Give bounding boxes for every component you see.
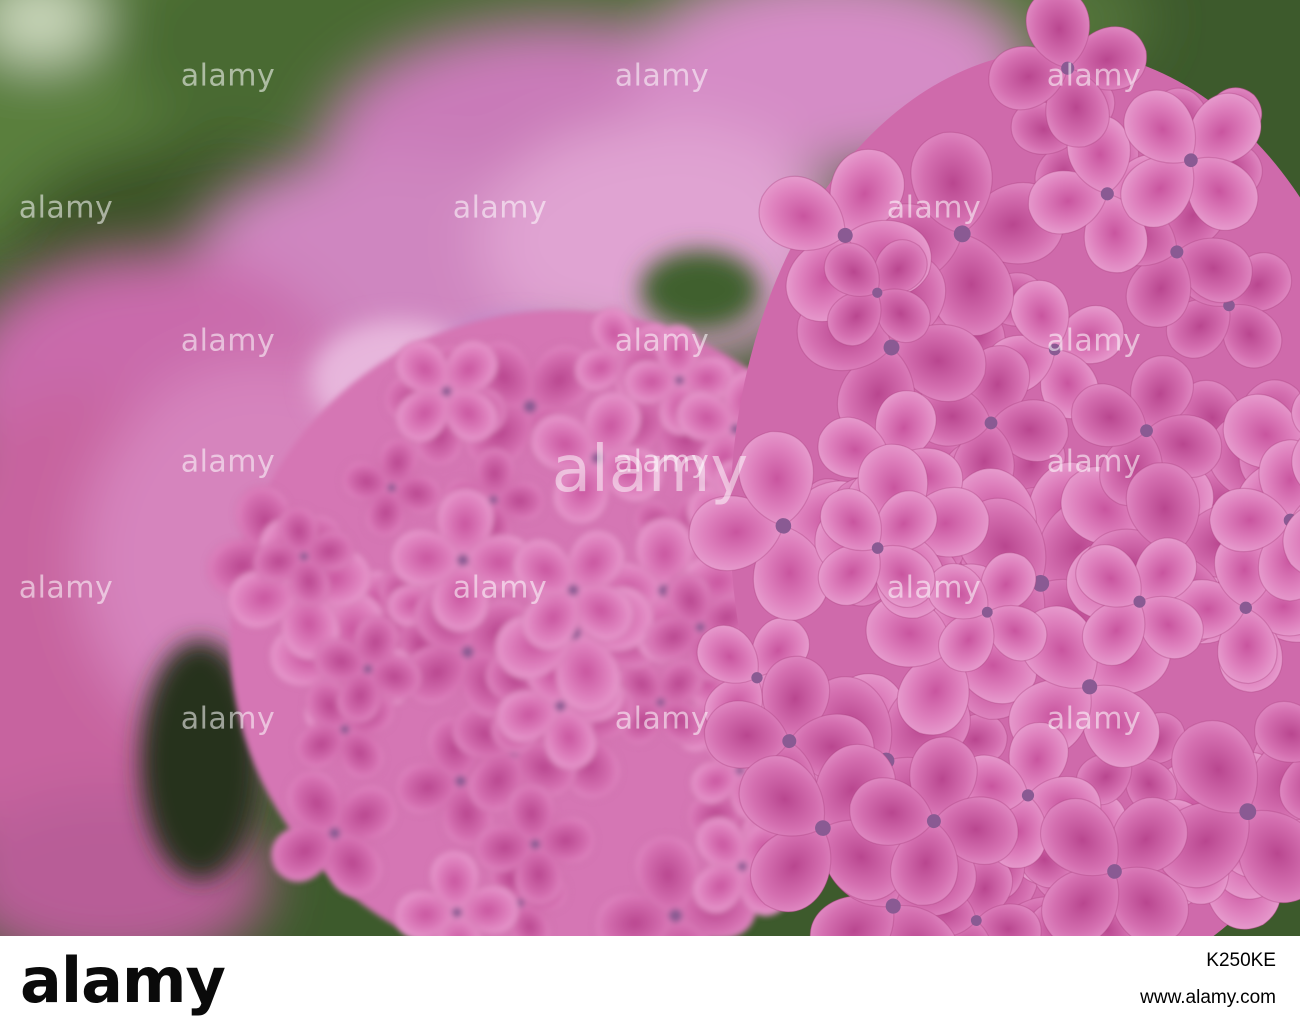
footer-bar: alamy K250KE www.alamy.com: [0, 936, 1300, 1027]
image-id: K250KE: [1206, 950, 1276, 971]
alamy-logo: alamy: [20, 943, 226, 1017]
hydrangea-photo: alamy alamy alamy alamy alamy alamy alamy alam…: [0, 0, 1300, 936]
hydrangea-image: [0, 0, 1300, 936]
site-url[interactable]: www.alamy.com: [1140, 987, 1276, 1009]
